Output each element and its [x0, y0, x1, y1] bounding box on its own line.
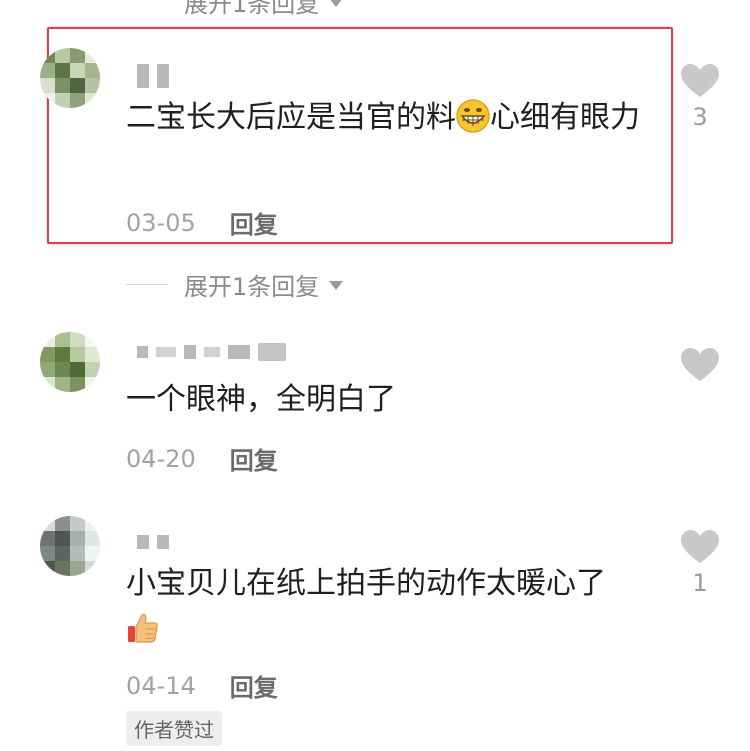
author-liked-badge: 作者赞过	[126, 711, 222, 746]
comment-date: 04-20	[126, 444, 196, 473]
like-button[interactable]: 3	[675, 63, 725, 131]
comment-meta: 03-05 回复	[126, 205, 278, 240]
heart-icon	[681, 64, 719, 97]
username-redacted[interactable]	[137, 338, 286, 366]
comment-text-part: 二宝长大后应是当官的料	[126, 100, 456, 135]
expand-replies-top[interactable]: 展开1条回复	[126, 0, 344, 19]
expand-replies-label: 展开1条回复	[184, 0, 320, 18]
reply-button[interactable]: 回复	[230, 205, 278, 240]
like-count: 1	[692, 569, 708, 597]
expand-replies[interactable]: 展开1条回复	[126, 267, 344, 302]
avatar[interactable]	[40, 332, 100, 392]
expand-replies-label: 展开1条回复	[184, 273, 320, 301]
comment-text-part: 小宝贝儿在纸上拍手的动作太暖心了	[126, 566, 606, 601]
like-button[interactable]: 1	[675, 529, 725, 597]
comment-date: 03-05	[126, 208, 196, 237]
caret-down-icon	[329, 281, 344, 290]
comment-text: 小宝贝儿在纸上拍手的动作太暖心了	[126, 561, 666, 653]
like-count: 3	[692, 103, 708, 131]
comment-text-part: 心细有眼力	[490, 100, 640, 135]
comment-text: 一个眼神，全明白了	[126, 382, 396, 417]
heart-icon	[681, 348, 719, 381]
thumbs-up-emoji	[128, 613, 158, 643]
avatar[interactable]	[40, 48, 100, 108]
comment-meta: 04-14 回复	[126, 668, 278, 703]
like-count	[675, 387, 725, 415]
grinning-face-emoji	[456, 99, 490, 133]
divider-line	[126, 284, 168, 285]
heart-icon	[681, 530, 719, 563]
comment-text: 二宝长大后应是当官的料 心细有眼力	[126, 95, 646, 141]
reply-button[interactable]: 回复	[230, 441, 278, 476]
comment-date: 04-14	[126, 671, 196, 700]
username-redacted[interactable]	[137, 62, 169, 90]
username-redacted[interactable]	[137, 528, 169, 556]
caret-down-icon	[329, 0, 344, 7]
avatar[interactable]	[40, 516, 100, 576]
like-button[interactable]	[675, 347, 725, 415]
comment-meta: 04-20 回复	[126, 441, 278, 476]
reply-button[interactable]: 回复	[230, 668, 278, 703]
